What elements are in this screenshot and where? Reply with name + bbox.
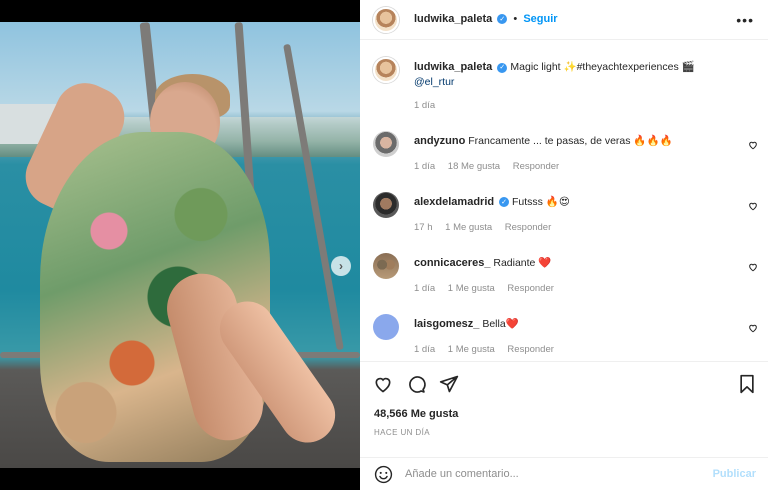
comment-text: Francamente ... te pasas, de veras 🔥🔥🔥 (468, 135, 673, 147)
post-photo[interactable]: › (0, 22, 360, 468)
comment-likes[interactable]: 1 Me gusta (448, 283, 495, 294)
comment-meta: 1 día 18 Me gusta Responder (414, 161, 569, 172)
comment-username[interactable]: alexdelamadrid (414, 196, 494, 208)
photo-bottom-letterbox (0, 468, 360, 490)
author-username[interactable]: ludwika_paleta (414, 13, 492, 25)
comment-item: andyzuno Francamente ... te pasas, de ve… (360, 130, 768, 185)
reply-button[interactable]: Responder (507, 283, 553, 294)
separator-dot: • (513, 13, 518, 25)
comment-meta: 17 h 1 Me gusta Responder (414, 222, 561, 233)
verified-icon: ✓ (497, 14, 508, 24)
comment-username[interactable]: laisgomesz_ (414, 318, 479, 330)
comment-username[interactable]: andyzuno (414, 135, 465, 147)
post-timestamp: HACE UN DÍA (374, 428, 430, 437)
post-actions: 48,566 Me gusta HACE UN DÍA (360, 361, 768, 471)
caption-time: 1 día (414, 100, 436, 111)
comment-likes[interactable]: 1 Me gusta (445, 222, 492, 233)
comment-username[interactable]: connicaceres_ (414, 257, 490, 269)
comment-item: alexdelamadrid ✓ Futsss 🔥😍 17 h 1 Me gus… (360, 191, 768, 246)
comment-input[interactable]: Añade un comentario... (405, 468, 519, 480)
comment-avatar[interactable] (373, 253, 399, 279)
caption-text: Magic light ✨#theyachtexperiences 🎬 (510, 61, 695, 73)
author-line: ludwika_paleta ✓ • Seguir (414, 13, 558, 25)
post-header: ludwika_paleta ✓ • Seguir ••• (360, 0, 768, 40)
comment-avatar[interactable] (373, 192, 399, 218)
comment-item: connicaceres_ Radiante ❤️ 1 día 1 Me gus… (360, 252, 768, 307)
publish-button[interactable]: Publicar (713, 468, 756, 480)
comment-avatar[interactable] (373, 314, 399, 340)
comment-text: Bella❤️ (482, 318, 519, 330)
add-comment-bar: Añade un comentario... Publicar (360, 457, 768, 490)
likes-count[interactable]: 48,566 Me gusta (374, 408, 458, 420)
comment-text: Futsss 🔥😍 (511, 196, 570, 208)
comment-like-heart-icon[interactable] (748, 262, 758, 272)
post-panel: ludwika_paleta ✓ • Seguir ••• ludwika_pa… (360, 0, 768, 490)
comment-like-heart-icon[interactable] (748, 140, 758, 150)
comment-time: 1 día (414, 283, 436, 294)
verified-icon: ✓ (499, 197, 510, 207)
like-heart-icon[interactable] (373, 374, 393, 394)
comment-time: 1 día (414, 344, 436, 355)
comment-bubble-icon[interactable] (406, 374, 426, 394)
comment-likes[interactable]: 1 Me gusta (448, 344, 495, 355)
comment-like-heart-icon[interactable] (748, 201, 758, 211)
comment-avatar[interactable] (373, 131, 399, 157)
reply-button[interactable]: Responder (513, 161, 559, 172)
photo-top-letterbox (0, 0, 360, 22)
comment-meta: 1 día 1 Me gusta Responder (414, 283, 564, 294)
comment-likes[interactable]: 18 Me gusta (448, 161, 500, 172)
caption-mention-link[interactable]: @el_rtur (414, 76, 454, 88)
verified-icon: ✓ (497, 62, 508, 73)
reply-button[interactable]: Responder (507, 344, 553, 355)
share-plane-icon[interactable] (439, 374, 459, 394)
comment-meta: 1 día 1 Me gusta Responder (414, 344, 564, 355)
comment-item: laisgomesz_ Bella❤️ 1 día 1 Me gusta Res… (360, 313, 768, 358)
emoji-icon[interactable] (374, 465, 393, 484)
save-bookmark-icon[interactable] (738, 374, 756, 394)
comment-like-heart-icon[interactable] (748, 323, 758, 333)
more-options-icon[interactable]: ••• (736, 12, 754, 28)
caption-avatar[interactable] (373, 57, 399, 83)
caption: ludwika_paleta ✓ Magic light ✨#theyachte… (414, 60, 744, 90)
caption-username[interactable]: ludwika_paleta (414, 61, 492, 73)
photo-rail-vertical-3 (283, 43, 344, 351)
comment-text: Radiante ❤️ (493, 257, 552, 269)
author-avatar[interactable] (373, 7, 399, 33)
comment-time: 17 h (414, 222, 433, 233)
reply-button[interactable]: Responder (505, 222, 551, 233)
comment-time: 1 día (414, 161, 436, 172)
follow-button[interactable]: Seguir (523, 13, 557, 25)
next-image-button[interactable]: › (331, 256, 351, 276)
